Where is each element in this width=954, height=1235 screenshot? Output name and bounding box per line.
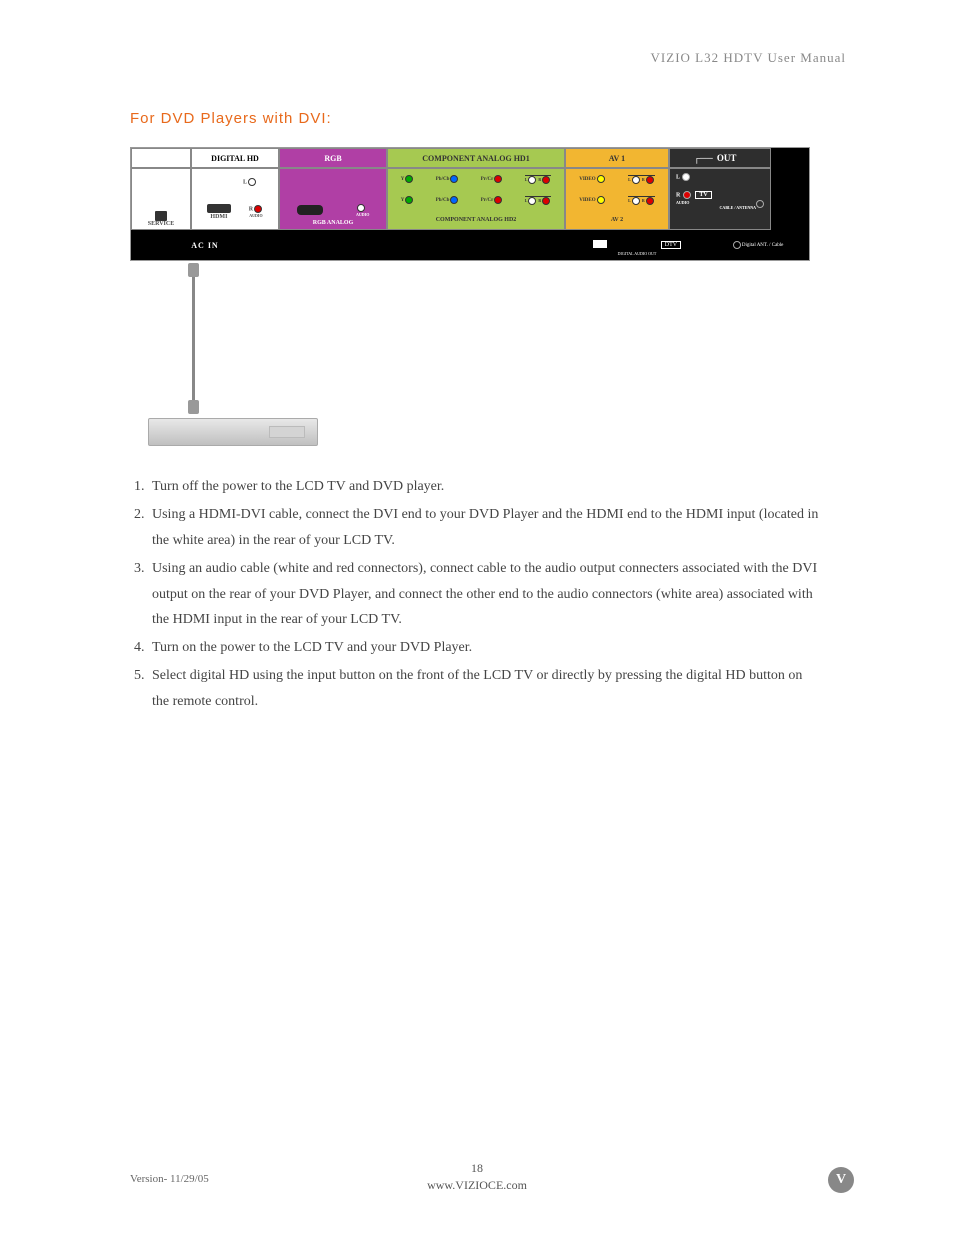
vizio-logo-icon: V: [828, 1167, 854, 1193]
step-4: Turn on the power to the LCD TV and your…: [148, 635, 820, 661]
audio-r-jack-icon: [254, 205, 262, 213]
step-1: Turn off the power to the LCD TV and DVD…: [148, 474, 820, 500]
label-hdmi: HDMI: [207, 214, 231, 220]
optical-port-icon: [593, 240, 607, 248]
label-out: ┌──OUT: [669, 148, 771, 168]
label-digital-hd: DIGITAL HD: [191, 148, 279, 168]
label-service: SERVICE: [148, 221, 174, 227]
label-ac-in: AC IN: [131, 230, 279, 260]
panel-ports-row: SERVICE L HDMI R AUDIO: [131, 168, 809, 230]
label-component-hd2: COMPONENT ANALOG HD2: [388, 217, 564, 223]
page-header: VIZIO L32 HDTV User Manual: [651, 50, 846, 66]
service-port-area: SERVICE: [131, 168, 191, 230]
av-port-area: VIDEO L R VIDEO L R AV 2: [565, 168, 669, 230]
hdmi-port-area: L HDMI R AUDIO: [191, 168, 279, 230]
panel-header-row: DIGITAL HD RGB COMPONENT ANALOG HD1 AV 1…: [131, 148, 809, 168]
label-component-hd1: COMPONENT ANALOG HD1: [387, 148, 565, 168]
hdmi-dvi-cable-icon: [192, 271, 195, 406]
instruction-list: Turn off the power to the LCD TV and DVD…: [130, 474, 820, 715]
label-dtv: DTV: [661, 241, 681, 249]
out-r-jack-icon: [683, 191, 691, 199]
coax-icon: [756, 200, 764, 208]
main-content: For DVD Players with DVI: DIGITAL HD RGB…: [130, 110, 820, 717]
step-3: Using an audio cable (white and red conn…: [148, 556, 820, 634]
dvd-player-icon: [148, 418, 318, 446]
panel-bottom-row: AC IN DTV DIGITAL AUDIO OUT Digital ANT.…: [131, 230, 809, 260]
section-title: For DVD Players with DVI:: [130, 110, 820, 127]
label-audio: AUDIO: [249, 213, 263, 218]
cable-dvd-illustration: [178, 271, 820, 446]
rear-panel-diagram: DIGITAL HD RGB COMPONENT ANALOG HD1 AV 1…: [130, 147, 810, 261]
service-port-icon: [155, 211, 167, 221]
label-av2: AV 2: [566, 217, 668, 223]
label-cable-antenna: CABLE / ANTENNA: [676, 205, 764, 210]
footer: 18 www.VIZIOCE.com: [0, 1161, 954, 1193]
antenna-area: Digital ANT. / Cable: [707, 230, 809, 260]
component-port-area: Y Pb/Cb Pr/Cr L R Y Pb/Cb Pr/Cr L R COMP…: [387, 168, 565, 230]
audio-l-jack-icon: [248, 178, 256, 186]
out-port-area: L R TV AUDIO CABLE / ANTENNA: [669, 168, 771, 230]
dtv-area: DTV DIGITAL AUDIO OUT: [567, 230, 707, 260]
label-rgb: RGB: [279, 148, 387, 168]
out-l-jack-icon: [682, 173, 690, 181]
label-rgb-analog: RGB ANALOG: [313, 220, 354, 226]
label-av1: AV 1: [565, 148, 669, 168]
vga-port-icon: [297, 205, 323, 215]
step-5: Select digital HD using the input button…: [148, 663, 820, 715]
page-number: 18: [0, 1161, 954, 1176]
footer-url: www.VIZIOCE.com: [0, 1178, 954, 1193]
rgb-audio-jack-icon: [357, 204, 365, 212]
hdmi-port-icon: [207, 204, 231, 213]
antenna-coax-icon: [733, 241, 741, 249]
label-tv: TV: [695, 191, 711, 199]
step-2: Using a HDMI-DVI cable, connect the DVI …: [148, 502, 820, 554]
rgb-port-area: AUDIO RGB ANALOG: [279, 168, 387, 230]
label-digital-ant: Digital ANT. / Cable: [742, 243, 784, 248]
